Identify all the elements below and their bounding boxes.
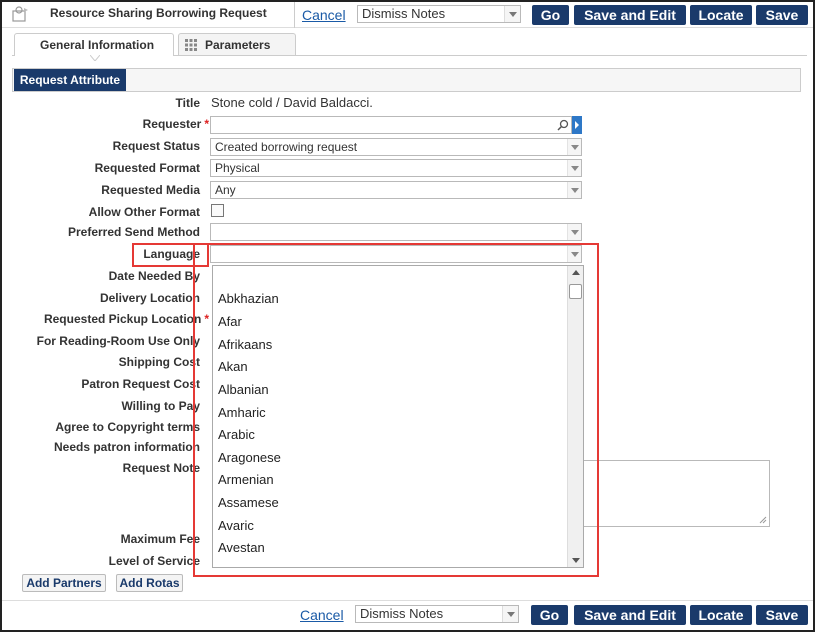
grid-icon: [185, 39, 197, 51]
allow-other-format-checkbox[interactable]: [211, 204, 224, 217]
required-marker: *: [204, 117, 209, 131]
save-and-edit-button[interactable]: Save and Edit: [574, 605, 686, 625]
go-button[interactable]: Go: [532, 5, 569, 25]
request-note-label: Request Note: [122, 461, 200, 475]
magnifier-icon[interactable]: [557, 119, 569, 131]
requested-media-label: Requested Media: [101, 183, 200, 197]
title-value: Stone cold / David Baldacci.: [211, 95, 373, 110]
locate-button[interactable]: Locate: [690, 5, 752, 25]
cancel-link[interactable]: Cancel: [302, 7, 346, 23]
tab-parameters[interactable]: Parameters: [178, 33, 296, 55]
requested-media-select[interactable]: Any: [210, 181, 582, 199]
chevron-down-icon: [567, 224, 581, 240]
requested-format-label: Requested Format: [94, 161, 200, 175]
preferred-send-method-label: Preferred Send Method: [67, 225, 200, 239]
requester-expand-icon[interactable]: [572, 116, 582, 134]
request-status-label: Request Status: [112, 139, 200, 153]
add-partners-button[interactable]: Add Partners: [22, 574, 106, 592]
title-label: Title: [175, 96, 200, 110]
bottom-toolbar: Cancel Dismiss Notes Go Save and Edit Lo…: [2, 600, 813, 630]
requester-label: Requester *: [143, 117, 209, 131]
level-of-service-label: Level of Service: [108, 554, 200, 568]
request-status-select[interactable]: Created borrowing request: [210, 138, 582, 156]
date-needed-label: Date Needed By: [108, 269, 200, 283]
needs-patron-info-label: Needs patron information: [53, 440, 200, 454]
notes-select[interactable]: Dismiss Notes: [357, 5, 521, 23]
resize-handle-icon[interactable]: [759, 516, 767, 524]
chevron-down-icon: [504, 6, 520, 22]
willing-to-pay-label: Willing to Pay: [121, 399, 200, 413]
copyright-terms-label: Agree to Copyright terms: [55, 420, 200, 434]
cancel-link[interactable]: Cancel: [300, 607, 344, 623]
save-and-edit-button[interactable]: Save and Edit: [574, 5, 686, 25]
chevron-down-icon: [567, 160, 581, 176]
pickup-location-label-text: Requested Pickup Location: [43, 312, 202, 326]
request-status-value: Created borrowing request: [215, 140, 358, 154]
notes-select-value: Dismiss Notes: [362, 6, 446, 21]
requester-input[interactable]: [210, 116, 572, 134]
notes-select[interactable]: Dismiss Notes: [355, 605, 519, 623]
reading-room-label: For Reading-Room Use Only: [36, 334, 200, 348]
tab-label: Parameters: [205, 38, 271, 52]
page-title: Resource Sharing Borrowing Request: [50, 6, 267, 20]
notes-select-value: Dismiss Notes: [360, 606, 444, 621]
go-button[interactable]: Go: [531, 605, 568, 625]
tab-label: General Information: [40, 38, 155, 52]
top-toolbar: Resource Sharing Borrowing Request Cance…: [2, 2, 813, 28]
pickup-location-label: Requested Pickup Location *: [44, 312, 209, 326]
preferred-send-method-select[interactable]: [210, 223, 582, 241]
tab-general-information[interactable]: General Information: [14, 33, 174, 56]
section-request-attribute[interactable]: Request Attribute: [14, 69, 126, 91]
chevron-down-icon: [567, 139, 581, 155]
requested-format-value: Physical: [215, 161, 260, 175]
language-dropdown-highlight: [193, 243, 599, 577]
delivery-location-label: Delivery Location: [99, 291, 200, 305]
section-header: [12, 68, 801, 92]
requested-media-value: Any: [215, 183, 236, 197]
resource-sharing-icon: [12, 6, 28, 22]
maximum-fee-label: Maximum Fee: [120, 532, 200, 546]
request-note-textarea[interactable]: [582, 460, 770, 527]
requested-format-select[interactable]: Physical: [210, 159, 582, 177]
save-button[interactable]: Save: [756, 5, 808, 25]
locate-button[interactable]: Locate: [690, 605, 752, 625]
requester-label-text: Requester: [142, 117, 202, 131]
divider: [294, 2, 295, 28]
save-button[interactable]: Save: [756, 605, 808, 625]
shipping-cost-label: Shipping Cost: [118, 355, 200, 369]
tab-pointer: [90, 55, 100, 61]
add-rotas-button[interactable]: Add Rotas: [116, 574, 183, 592]
patron-request-cost-label: Patron Request Cost: [81, 377, 200, 391]
allow-other-format-label: Allow Other Format: [88, 205, 200, 219]
chevron-down-icon: [502, 606, 518, 622]
chevron-down-icon: [567, 182, 581, 198]
